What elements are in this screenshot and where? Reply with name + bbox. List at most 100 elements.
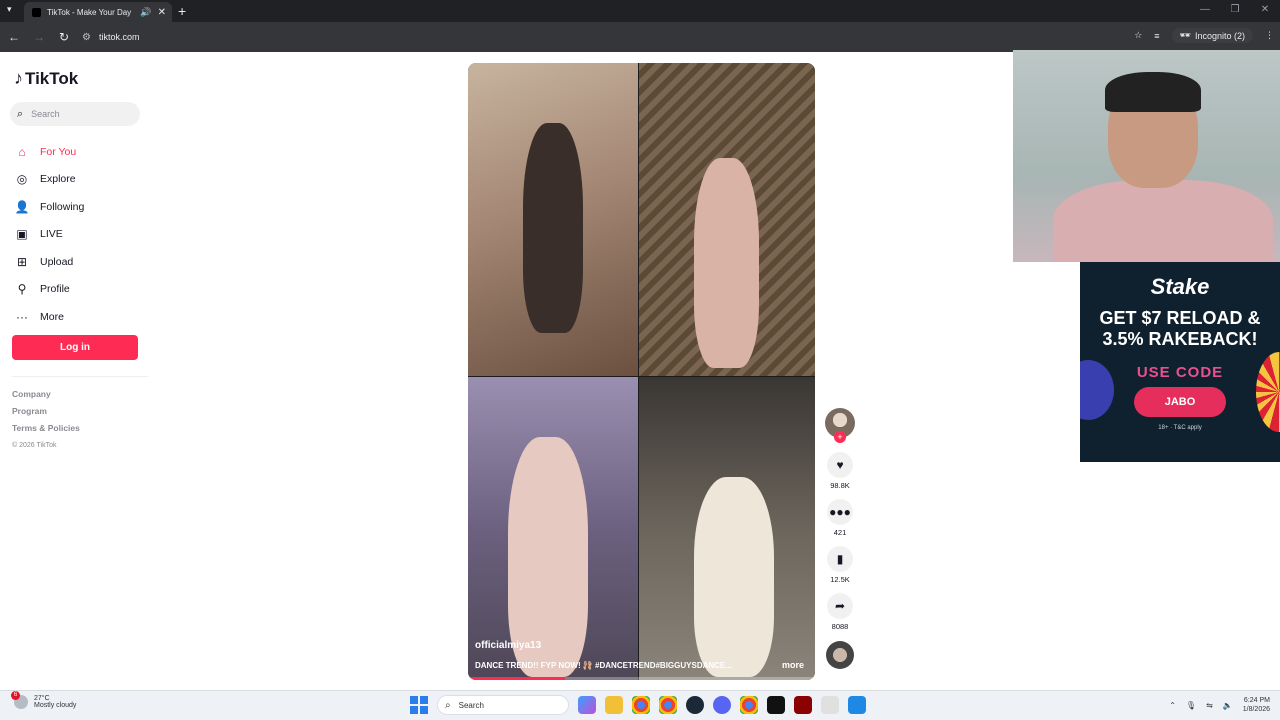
compass-icon: ◎	[16, 172, 28, 187]
minimize-icon[interactable]: —	[1190, 0, 1220, 20]
close-tab-icon[interactable]: ✕	[158, 7, 166, 18]
video-frame-bottom-left	[468, 377, 638, 680]
browser-tab[interactable]: TikTok - Make Your Day 🔊 ✕	[24, 2, 172, 22]
microphone-icon[interactable]: 🎙	[1186, 701, 1196, 710]
save-count: 12.5K	[830, 575, 850, 584]
nav-for-you[interactable]: ⌂ For You	[14, 138, 84, 166]
nav-live[interactable]: ▣ LIVE	[14, 221, 84, 249]
nav-more[interactable]: ··· More	[14, 303, 84, 331]
like-button[interactable]: ♥	[827, 452, 853, 478]
nav-following[interactable]: 👤 Following	[14, 193, 85, 221]
incognito-badge[interactable]: 🕶 Incognito (2)	[1171, 28, 1253, 43]
maximize-icon[interactable]: ❐	[1220, 0, 1250, 20]
footer-program[interactable]: Program	[12, 403, 80, 420]
streamer-hair	[1105, 72, 1201, 112]
clock-date: 1/8/2026	[1242, 706, 1270, 713]
windows-start-icon[interactable]	[410, 696, 428, 714]
tab-title: TikTok - Make Your Day	[47, 7, 132, 17]
back-button[interactable]: ←	[3, 30, 25, 44]
nav-label: More	[40, 310, 64, 323]
comment-count: 421	[833, 528, 847, 537]
footer-company[interactable]: Company	[12, 386, 80, 403]
dota-icon[interactable]	[794, 696, 812, 714]
reading-list-icon[interactable]: ≡	[1154, 31, 1159, 41]
discord-icon[interactable]	[713, 696, 731, 714]
music-disc-icon[interactable]	[826, 641, 854, 669]
video-progress-bar[interactable]	[468, 677, 815, 680]
nav-profile[interactable]: ⚲ Profile	[14, 276, 84, 304]
weather-widget[interactable]: 6 27°C Mostly cloudy	[11, 691, 77, 709]
ad-code-button: JABO	[1134, 387, 1226, 417]
video-player[interactable]: officialmiya13 DANCE TREND!! FYP NOW! 🩰 …	[468, 63, 815, 680]
share-button[interactable]: ➦	[827, 593, 853, 619]
video-progress-fill	[468, 677, 566, 680]
nav-upload[interactable]: ⊞ Upload	[14, 248, 84, 276]
new-tab-button[interactable]: +	[178, 3, 186, 19]
file-explorer-icon[interactable]	[605, 696, 623, 714]
window-controls: — ❐ ✕	[1190, 0, 1280, 20]
nav-label: Profile	[40, 283, 70, 296]
cloud-icon: 6	[11, 691, 28, 709]
steam-icon[interactable]	[686, 696, 704, 714]
footer-terms[interactable]: Terms & Policies	[12, 420, 80, 437]
video-actions: + ♥ 98.8K ●●● 421 ▮ 12.5K ➦ 8088	[824, 408, 856, 669]
site-info-icon[interactable]: ⚙	[82, 32, 91, 43]
network-icon[interactable]: ⇋	[1206, 701, 1213, 710]
address-bar[interactable]: ⚙ tiktok.com	[76, 26, 1156, 48]
close-window-icon[interactable]: ✕	[1250, 0, 1280, 20]
tray-chevron-icon[interactable]: ⌃	[1169, 701, 1176, 710]
volume-icon[interactable]: 🔈	[1223, 701, 1233, 710]
heart-icon: ♥	[836, 458, 844, 472]
more-icon: ···	[16, 309, 28, 324]
incognito-label: Incognito (2)	[1194, 30, 1245, 41]
tiktok-logo[interactable]: ♪ TikTok	[14, 68, 78, 89]
speaker-icon[interactable]: 🔊	[140, 7, 151, 18]
comment-button[interactable]: ●●●	[827, 499, 853, 525]
comment-icon: ●●●	[829, 505, 851, 519]
video-caption: officialmiya13 DANCE TREND!! FYP NOW! 🩰 …	[475, 640, 732, 670]
system-tray: ⌃ 🎙 ⇋ 🔈 6:24 PM 1/8/2026	[1169, 696, 1270, 714]
tab-strip: ▾ TikTok - Make Your Day 🔊 ✕ + — ❐ ✕	[0, 0, 1280, 22]
chrome-icon[interactable]	[632, 696, 650, 714]
home-icon: ⌂	[18, 144, 26, 159]
sidebar-footer: Company Program Terms & Policies © 2026 …	[12, 386, 80, 454]
tiktok-page: ♪ TikTok ⌕ Search ⌂ For You ◎ Explore 👤 …	[0, 50, 1280, 690]
taskbar-search[interactable]: ⌕ Search	[437, 695, 569, 715]
upload-icon: ⊞	[16, 254, 28, 269]
chrome-incognito-icon[interactable]	[740, 696, 758, 714]
save-button[interactable]: ▮	[827, 546, 853, 572]
follow-plus-icon[interactable]: +	[834, 431, 846, 443]
nav-explore[interactable]: ◎ Explore	[14, 166, 84, 194]
share-count: 8088	[831, 622, 849, 631]
incognito-icon: 🕶	[1179, 30, 1191, 40]
following-icon: 👤	[14, 199, 30, 214]
chrome-profile-icon[interactable]	[659, 696, 677, 714]
reload-button[interactable]: ↻	[53, 30, 75, 44]
bookmark-star-icon[interactable]: ☆	[1134, 30, 1142, 41]
sidebar-divider	[12, 376, 148, 377]
caption-more-button[interactable]: more	[782, 660, 804, 670]
browser-toolbar: ← → ↻ ⚙ tiktok.com ☆ ≡ 🕶 Incognito (2) ⋮	[0, 22, 1280, 52]
share-icon: ➦	[834, 599, 846, 613]
capcut-icon[interactable]	[767, 696, 785, 714]
like-count: 98.8K	[830, 481, 850, 490]
search-input[interactable]: ⌕ Search	[10, 102, 140, 126]
tab-search-icon[interactable]: ▾	[7, 4, 12, 15]
search-icon: ⌕	[17, 107, 24, 120]
video-username[interactable]: officialmiya13	[475, 640, 732, 651]
tiktok-favicon-icon	[32, 7, 41, 17]
forward-button[interactable]: →	[28, 30, 50, 44]
ad-headline-1: GET $7 RELOAD &	[1099, 308, 1261, 328]
login-button[interactable]: Log in	[12, 335, 138, 360]
browser-menu-icon[interactable]: ⋮	[1265, 30, 1274, 41]
stake-ad-overlay: Stake GET $7 RELOAD & 3.5% RAKEBACK! USE…	[1080, 262, 1280, 462]
copilot-icon[interactable]	[578, 696, 596, 714]
creator-avatar[interactable]: +	[825, 408, 855, 443]
video-frame-top-right	[639, 63, 815, 376]
paint-icon[interactable]	[848, 696, 866, 714]
live-icon: ▣	[16, 227, 28, 242]
taskbar-clock[interactable]: 6:24 PM 1/8/2026	[1243, 696, 1270, 714]
bookmark-icon: ▮	[836, 552, 844, 566]
weather-condition: Mostly cloudy	[34, 702, 77, 709]
snipping-tool-icon[interactable]	[821, 696, 839, 714]
